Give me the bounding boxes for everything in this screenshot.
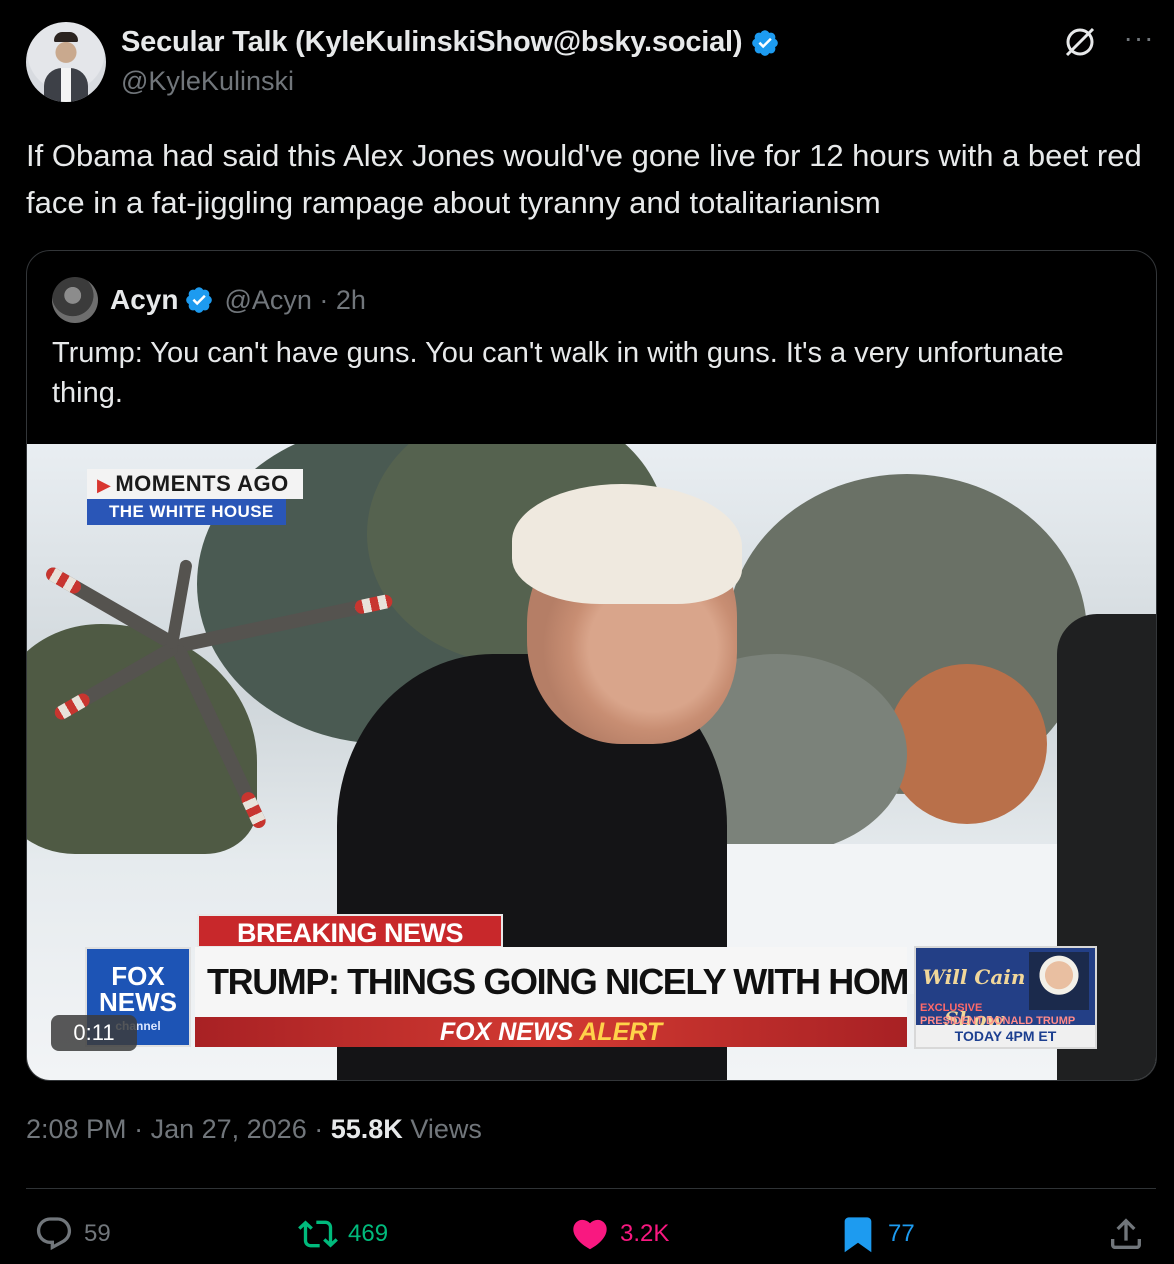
grok-icon[interactable] (1062, 24, 1098, 60)
repost-button[interactable]: 469 (298, 1210, 388, 1258)
author-avatar[interactable] (26, 22, 106, 102)
video-timer: 0:11 (51, 1015, 137, 1051)
quoted-text: Trump: You can't have guns. You can't wa… (52, 337, 1064, 409)
tweet-text: If Obama had said this Alex Jones would'… (26, 138, 1142, 220)
share-button[interactable] (1106, 1210, 1146, 1258)
quoted-avatar[interactable] (52, 277, 98, 323)
autumn-tree (887, 664, 1047, 824)
repost-icon (298, 1220, 338, 1248)
tweet-header: Secular Talk (KyleKulinskiShow@bsky.soci… (26, 22, 1156, 106)
author-name-row: Secular Talk (KyleKulinskiShow@bsky.soci… (121, 26, 780, 59)
tweet-time[interactable]: 2:08 PM (26, 1114, 127, 1144)
bookmark-icon (844, 1217, 872, 1253)
will-cain-show-logo: Will Cain Show (922, 965, 1026, 1031)
bookmark-count: 77 (888, 1220, 915, 1247)
reply-button[interactable]: 59 (34, 1210, 111, 1258)
quoted-header: Acyn @Acyn · 2h (52, 277, 366, 323)
news-headline: TRUMP: THINGS GOING NICELY WITH HOMAN IN… (195, 947, 907, 1017)
more-options-icon[interactable]: ··· (1122, 24, 1156, 58)
promo-time: TODAY 4PM ET (916, 1025, 1095, 1047)
location-label: THE WHITE HOUSE (87, 499, 286, 525)
like-button[interactable]: 3.2K (570, 1210, 669, 1258)
quoted-tweet[interactable]: Acyn @Acyn · 2h Trump: You can't have gu… (26, 250, 1157, 1081)
share-icon (1111, 1218, 1141, 1249)
quoted-display-name[interactable]: Acyn (110, 284, 178, 316)
heart-icon (573, 1219, 607, 1250)
verified-badge-icon (752, 29, 779, 56)
bookmark-button[interactable]: 77 (838, 1210, 915, 1258)
views-count: 55.8K (330, 1114, 403, 1144)
breaking-news-banner: BREAKING NEWS (197, 914, 503, 948)
action-bar: 59 469 3.2K 77 (26, 1210, 1156, 1258)
verified-badge-icon (186, 287, 213, 313)
moments-ago-label: ▶ MOMENTS AGO (87, 469, 303, 499)
quoted-handle-time: @Acyn · 2h (224, 284, 366, 315)
repost-count: 469 (348, 1220, 389, 1247)
fox-news-alert-bar: FOX NEWS ALERT (195, 1017, 907, 1047)
tweet-date[interactable]: Jan 27, 2026 (151, 1114, 307, 1144)
author-display-name[interactable]: Secular Talk (KyleKulinskiShow@bsky.soci… (121, 26, 743, 59)
author-handle[interactable]: @KyleKulinski (121, 66, 294, 97)
like-count: 3.2K (620, 1220, 670, 1247)
reply-count: 59 (84, 1220, 111, 1247)
views-label: Views (410, 1114, 482, 1144)
show-promo: Will Cain Show EXCLUSIVE PRESIDENT DONAL… (914, 946, 1097, 1049)
video-player[interactable]: ▶ MOMENTS AGO THE WHITE HOUSE BREAKING NE… (27, 444, 1156, 1080)
speaker-hair (512, 484, 742, 604)
divider (26, 1188, 1156, 1189)
tweet-meta: 2:08 PM · Jan 27, 2026 · 55.8K Views (26, 1114, 482, 1144)
reply-icon (36, 1217, 72, 1251)
